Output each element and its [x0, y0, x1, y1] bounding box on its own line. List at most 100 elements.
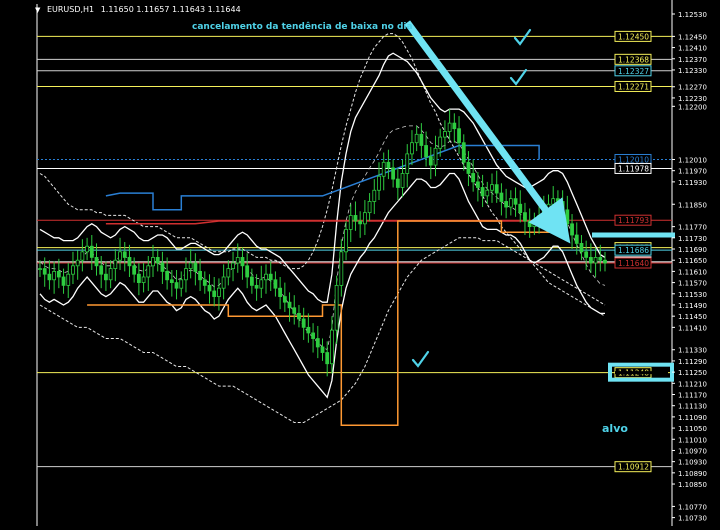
candle-body: [193, 262, 198, 272]
candle-body: [513, 198, 518, 205]
candle-body: [527, 220, 532, 228]
candle-body: [297, 312, 301, 320]
candle-body: [443, 131, 447, 138]
y-tick-label: 1.11170: [678, 392, 707, 400]
level-label: 1.12327: [618, 67, 649, 76]
candle-body: [151, 257, 155, 267]
candle-body: [461, 142, 466, 163]
orange-step-line: [87, 220, 568, 427]
candle-body: [122, 251, 127, 258]
candle-body: [311, 332, 315, 339]
level-label: 1.11793: [618, 216, 649, 225]
candle-body: [198, 270, 202, 281]
annotation-title: cancelamento da tendência de baixa no di…: [192, 22, 413, 32]
candle-body: [339, 251, 344, 286]
candle-body: [254, 284, 259, 289]
price-axis: 1.12530 1.12450 1.12410 1.12370 1.12330 1.122…: [672, 11, 707, 523]
y-tick-label: 1.11210: [678, 380, 707, 388]
candle-body: [395, 178, 400, 188]
candle-body: [438, 136, 443, 149]
candle-body: [104, 273, 108, 281]
candle-body: [452, 122, 457, 130]
level-label: 1.11640: [618, 259, 649, 268]
candle-body: [113, 259, 118, 270]
chart-root: 1.12450 1.12368 1.12327 1.12271 1.12010 1.119…: [0, 0, 720, 530]
candle-body: [405, 153, 410, 174]
candle-body: [221, 276, 226, 289]
level-label: 1.12368: [618, 55, 649, 64]
candle-body: [136, 273, 141, 283]
price-chart: 1.12450 1.12368 1.12327 1.12271 1.12010 1.119…: [36, 0, 707, 526]
candle-body: [94, 257, 99, 267]
candle-body: [410, 142, 414, 155]
annotation-target: alvo: [602, 422, 628, 435]
candle-body: [424, 145, 428, 158]
candle-body: [400, 173, 405, 188]
candle-body: [174, 282, 179, 289]
candle-body: [278, 287, 283, 297]
candle-body: [217, 287, 221, 297]
checkmark-icon: [509, 68, 528, 86]
candle-body: [518, 203, 523, 214]
candle-body: [80, 251, 85, 261]
y-tick-label: 1.10850: [678, 481, 707, 489]
candle-body: [226, 268, 231, 278]
candle-body: [287, 301, 292, 309]
y-tick-label: 1.12530: [678, 11, 707, 19]
candle-body: [259, 279, 264, 289]
y-tick-label: 1.11770: [678, 224, 707, 232]
candle-body: [118, 251, 122, 261]
candle-body: [584, 251, 589, 258]
candle-body: [391, 167, 396, 180]
candle-body: [325, 352, 330, 365]
candle-body: [490, 184, 494, 191]
y-tick-label: 1.12200: [678, 103, 707, 111]
y-tick-label: 1.12010: [678, 156, 707, 164]
candle-body: [56, 270, 61, 278]
candle-body: [358, 220, 363, 225]
symbol-header: ▼ EURUSD,H1 1.11650 1.11657 1.11643 1.11…: [35, 5, 241, 14]
candle-body: [570, 223, 574, 236]
candle-body: [179, 279, 184, 289]
y-tick-label: 1.12230: [678, 95, 707, 103]
candle-body: [240, 257, 245, 267]
candle-body: [447, 122, 452, 132]
y-tick-label: 1.11130: [678, 403, 707, 411]
y-tick-label: 1.12370: [678, 56, 707, 64]
y-tick-label: 1.12450: [678, 33, 707, 41]
candle-body: [551, 198, 556, 205]
candle-body: [264, 273, 268, 281]
candle-body: [99, 265, 104, 275]
indicator-bands: [39, 33, 606, 423]
candle-body: [75, 259, 80, 267]
y-tick-label: 1.11490: [678, 302, 707, 310]
candle-body: [127, 257, 132, 267]
y-tick-label: 1.11090: [678, 414, 707, 422]
candle-body: [155, 257, 160, 264]
y-tick-label: 1.10770: [678, 503, 707, 511]
candle-body: [52, 270, 57, 281]
candle-body: [146, 265, 151, 278]
y-tick-label: 1.11010: [678, 436, 707, 444]
candle-body: [353, 215, 358, 222]
candle-body: [428, 156, 433, 166]
y-tick-label: 1.10970: [678, 447, 707, 455]
y-tick-label: 1.12270: [678, 84, 707, 92]
y-tick-label: 1.11530: [678, 291, 707, 299]
candle-body: [165, 270, 170, 281]
ohlc-label: 1.11650 1.11657 1.11643 1.11644: [100, 5, 241, 14]
level-label: 1.10912: [618, 463, 649, 472]
candle-body: [184, 268, 188, 281]
dropdown-triangle-icon[interactable]: ▼: [35, 6, 40, 14]
candle-body: [466, 161, 471, 174]
candle-body: [66, 273, 71, 286]
y-tick-label: 1.11290: [678, 358, 707, 366]
y-tick-label: 1.11690: [678, 246, 707, 254]
candle-body: [537, 215, 541, 222]
candle-body: [320, 346, 325, 353]
level-label: 1.11686: [618, 246, 649, 255]
candle-body: [235, 257, 240, 264]
candle-body: [475, 181, 480, 188]
y-tick-label: 1.12410: [678, 45, 707, 53]
candle-body: [169, 279, 174, 283]
